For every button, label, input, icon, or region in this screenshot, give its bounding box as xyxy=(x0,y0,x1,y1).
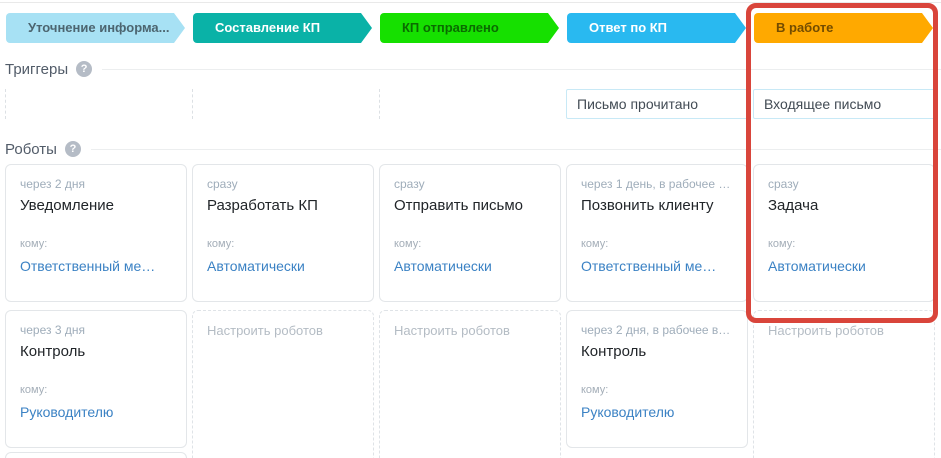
help-icon[interactable]: ? xyxy=(64,141,81,157)
crm-automation-panel: Уточнение информа... Составление КП КП о… xyxy=(0,0,941,458)
robot-title: Отправить письмо xyxy=(394,197,524,214)
robot-assignee-link[interactable]: Руководителю xyxy=(20,404,172,420)
robot-to-label: кому: xyxy=(20,238,48,250)
stage-in-progress[interactable]: В работе xyxy=(754,13,933,43)
triggers-section-header: Триггеры ? xyxy=(0,59,941,79)
robots-grid: через 2 дня Уведомление кому: Ответствен… xyxy=(0,164,941,458)
stage-label: КП отправлено xyxy=(402,20,499,35)
robot-card-task[interactable]: сразу Задача кому: Автоматически xyxy=(753,164,935,302)
robots-column-3: сразу Отправить письмо кому: Автоматичес… xyxy=(379,164,561,458)
robots-column-2: сразу Разработать КП кому: Автоматически… xyxy=(192,164,374,458)
robots-column-5: сразу Задача кому: Автоматически Настрои… xyxy=(753,164,935,458)
robot-to-label: кому: xyxy=(20,384,48,396)
robots-section-title: Роботы xyxy=(5,140,57,158)
stage-label: Уточнение информа... xyxy=(28,20,170,35)
robot-to-label: кому: xyxy=(581,384,609,396)
robot-card-control[interactable]: через 2 дня, в рабочее в… Контроль кому:… xyxy=(566,310,748,448)
robot-to-label: кому: xyxy=(581,238,609,250)
triggers-section-title: Триггеры xyxy=(5,60,69,78)
robot-delay: через 2 дня xyxy=(20,177,85,191)
robot-card-call-client[interactable]: через 1 день, в рабочее … Позвонить клие… xyxy=(566,164,748,302)
trigger-cell: Входящее письмо xyxy=(753,89,935,119)
stage-proposal-answer[interactable]: Ответ по КП xyxy=(567,13,746,43)
trigger-cell: Письмо прочитано xyxy=(566,89,748,119)
help-icon[interactable]: ? xyxy=(76,61,93,77)
robot-to-label: кому: xyxy=(207,238,235,250)
robot-title: Задача xyxy=(768,197,819,214)
section-divider xyxy=(102,68,941,70)
robot-card-develop-proposal[interactable]: сразу Разработать КП кому: Автоматически xyxy=(192,164,374,302)
top-divider xyxy=(0,2,941,3)
robot-delay: сразу xyxy=(207,177,238,191)
robot-delay: сразу xyxy=(768,177,799,191)
configure-robots-dropzone[interactable]: Настроить роботов xyxy=(753,310,935,458)
robot-assignee-link[interactable]: Автоматически xyxy=(207,258,359,274)
trigger-incoming-email[interactable]: Входящее письмо xyxy=(753,89,935,119)
stage-label: В работе xyxy=(776,20,834,35)
configure-robots-dropzone[interactable]: Настроить роботов xyxy=(379,310,561,458)
robot-assignee-link[interactable]: Автоматически xyxy=(394,258,546,274)
robot-delay: сразу xyxy=(394,177,425,191)
robots-column-1: через 2 дня Уведомление кому: Ответствен… xyxy=(5,164,187,458)
section-divider xyxy=(90,148,941,150)
robot-assignee-link[interactable]: Руководителю xyxy=(581,404,733,420)
robot-title: Разработать КП xyxy=(207,197,318,214)
configure-robots-dropzone[interactable]: Настроить роботов xyxy=(192,310,374,458)
stage-proposal-sent[interactable]: КП отправлено xyxy=(380,13,559,43)
robot-delay: через 3 дня xyxy=(20,323,85,337)
robot-title: Контроль xyxy=(581,343,647,360)
trigger-dropzone[interactable] xyxy=(5,89,187,119)
trigger-dropzone[interactable] xyxy=(192,89,374,119)
stage-label: Составление КП xyxy=(215,20,321,35)
stage-label: Ответ по КП xyxy=(589,20,668,35)
stage-proposal-preparation[interactable]: Составление КП xyxy=(193,13,372,43)
robot-to-label: кому: xyxy=(768,238,796,250)
pipeline-stages: Уточнение информа... Составление КП КП о… xyxy=(0,13,941,43)
robot-title: Уведомление xyxy=(20,197,115,214)
robot-assignee-link[interactable]: Ответственный ме… xyxy=(20,258,172,274)
robot-card-notification[interactable]: через 2 дня Уведомление кому: Ответствен… xyxy=(5,164,187,302)
robot-assignee-link[interactable]: Ответственный ме… xyxy=(581,258,733,274)
trigger-dropzone[interactable] xyxy=(379,89,561,119)
robot-card-control[interactable]: через 3 дня Контроль кому: Руководителю xyxy=(5,310,187,448)
robot-assignee-link[interactable]: Автоматически xyxy=(768,258,920,274)
trigger-email-read[interactable]: Письмо прочитано xyxy=(566,89,748,119)
robots-column-4: через 1 день, в рабочее … Позвонить клие… xyxy=(566,164,748,458)
robot-card-send-email[interactable]: сразу Отправить письмо кому: Автоматичес… xyxy=(379,164,561,302)
robot-to-label: кому: xyxy=(394,238,422,250)
stage-clarification[interactable]: Уточнение информа... xyxy=(6,13,185,43)
robot-delay: через 2 дня, в рабочее в… xyxy=(581,323,731,337)
robot-title: Позвонить клиенту xyxy=(581,197,714,214)
robot-card-partial[interactable] xyxy=(5,452,187,458)
robots-section-header: Роботы ? xyxy=(0,139,941,159)
robot-title: Контроль xyxy=(20,343,86,360)
robot-delay: через 1 день, в рабочее … xyxy=(581,177,731,191)
triggers-row: Письмо прочитано Входящее письмо xyxy=(0,89,941,119)
